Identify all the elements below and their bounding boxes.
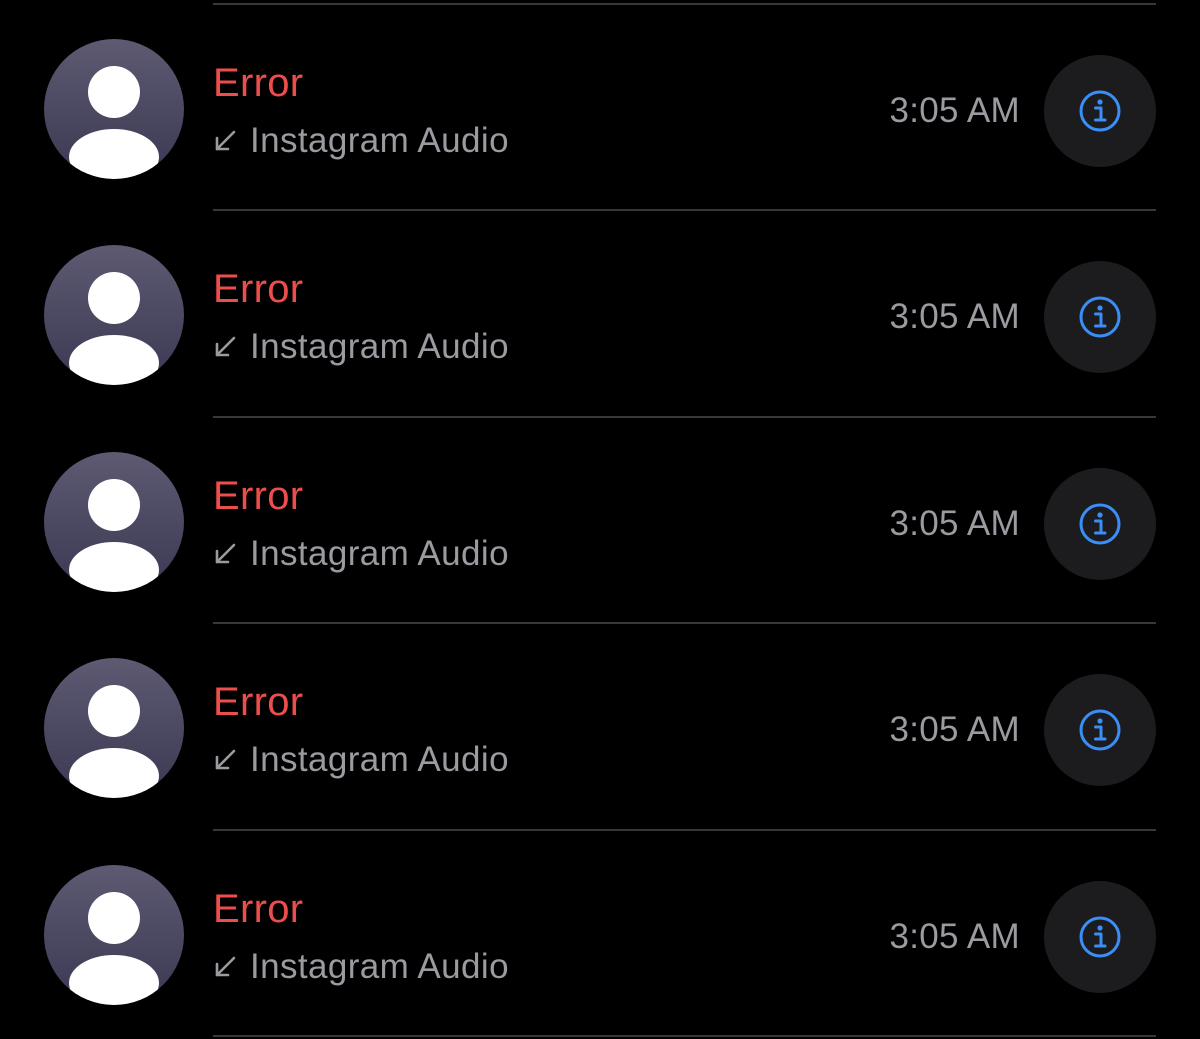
arrow-down-left-icon [215, 749, 236, 770]
info-circle-icon [1079, 503, 1121, 545]
call-time: 3:05 AM [889, 297, 1020, 336]
call-time: 3:05 AM [889, 504, 1020, 543]
call-row[interactable]: Error Instagram Audio 3:05 AM [0, 622, 1200, 828]
info-circle-icon [1079, 296, 1121, 338]
contact-avatar-icon [44, 658, 184, 798]
caller-name: Error [213, 680, 304, 724]
contact-avatar-icon [44, 39, 184, 179]
info-button[interactable] [1044, 468, 1156, 580]
call-type: Instagram Audio [213, 323, 509, 371]
call-row[interactable]: Error Instagram Audio 3:05 AM [0, 829, 1200, 1035]
call-type: Instagram Audio [213, 736, 509, 784]
info-circle-icon [1079, 709, 1121, 751]
call-type-label: Instagram Audio [250, 740, 509, 779]
call-row[interactable]: Error Instagram Audio 3:05 AM [0, 416, 1200, 622]
call-type-label: Instagram Audio [250, 947, 509, 986]
info-circle-icon [1079, 916, 1121, 958]
caller-name: Error [213, 474, 304, 518]
caller-name: Error [213, 61, 304, 105]
call-type: Instagram Audio [213, 530, 509, 578]
info-button[interactable] [1044, 674, 1156, 786]
caller-name: Error [213, 267, 304, 311]
info-button[interactable] [1044, 55, 1156, 167]
call-type-label: Instagram Audio [250, 327, 509, 366]
call-row[interactable]: Error Instagram Audio 3:05 AM [0, 3, 1200, 209]
arrow-down-left-icon [215, 130, 236, 151]
caller-name: Error [213, 887, 304, 931]
arrow-down-left-icon [215, 543, 236, 564]
recent-calls-list: Error Instagram Audio 3:05 AM Error Inst… [0, 0, 1200, 1039]
call-time: 3:05 AM [889, 917, 1020, 956]
info-button[interactable] [1044, 881, 1156, 993]
arrow-down-left-icon [215, 336, 236, 357]
call-type: Instagram Audio [213, 943, 509, 991]
contact-avatar-icon [44, 245, 184, 385]
info-circle-icon [1079, 90, 1121, 132]
call-type: Instagram Audio [213, 117, 509, 165]
arrow-down-left-icon [215, 956, 236, 977]
call-time: 3:05 AM [889, 710, 1020, 749]
call-time: 3:05 AM [889, 91, 1020, 130]
call-type-label: Instagram Audio [250, 534, 509, 573]
contact-avatar-icon [44, 452, 184, 592]
call-type-label: Instagram Audio [250, 121, 509, 160]
call-row[interactable]: Error Instagram Audio 3:05 AM [0, 209, 1200, 415]
info-button[interactable] [1044, 261, 1156, 373]
contact-avatar-icon [44, 865, 184, 1005]
row-separator [213, 1035, 1156, 1037]
